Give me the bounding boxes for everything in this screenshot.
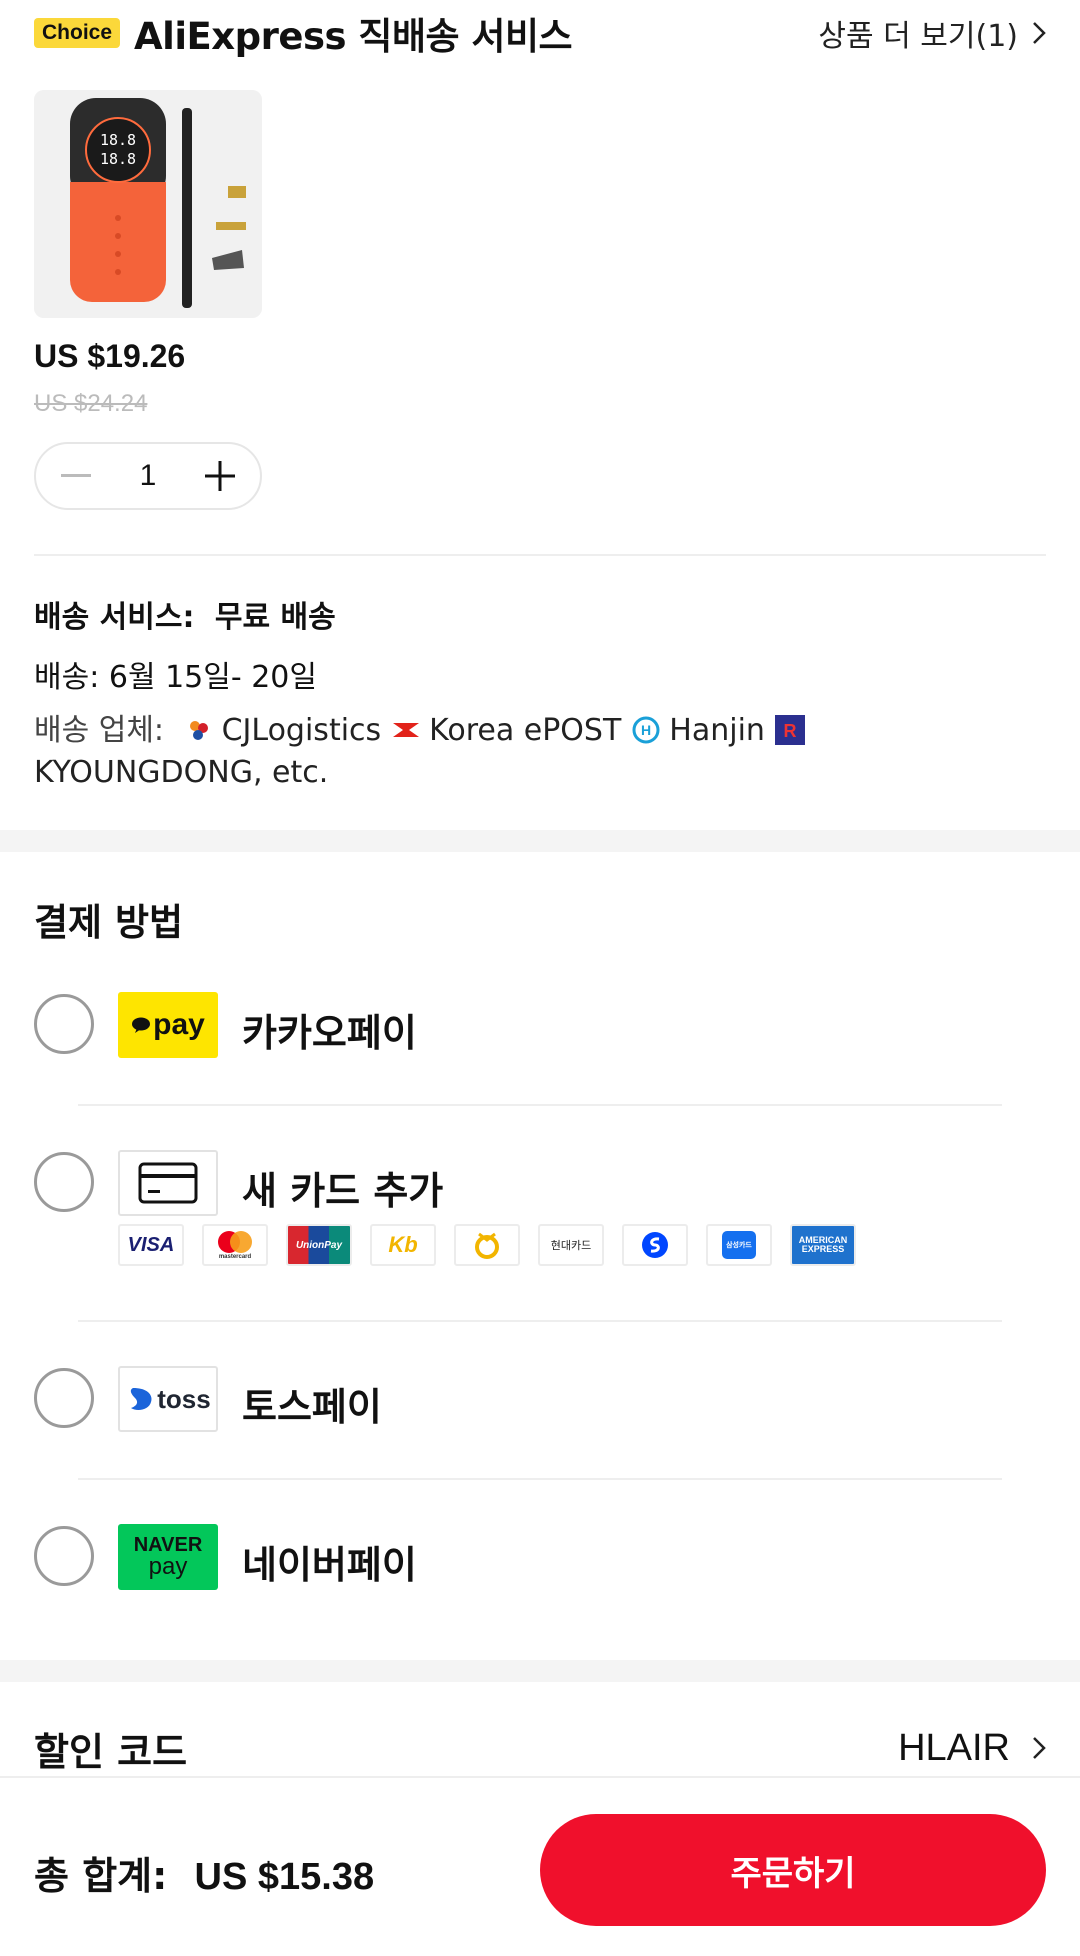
- discount-code-text: HLAIR: [898, 1726, 1010, 1769]
- order-total: 총 합계: US $15.38: [34, 1845, 374, 1900]
- toss-symbol-icon: [131, 1388, 152, 1410]
- samsung-card-icon: 삼성카드: [706, 1224, 772, 1266]
- carrier-kyoungdong: KYOUNGDONG, etc.: [34, 755, 329, 790]
- payment-name-tosspay: 토스페이: [242, 1385, 382, 1429]
- cj-logistics-icon: [183, 715, 214, 745]
- amex-label: AMERICAN EXPRESS: [798, 1235, 848, 1254]
- shipping-service-label: 배송 서비스:: [34, 600, 195, 635]
- carrier-hanjin: Hanjin: [669, 713, 765, 748]
- section-gap: [0, 830, 1080, 852]
- row-divider: [78, 1478, 1002, 1480]
- kb-card-icon: Kb: [370, 1224, 436, 1266]
- naverpay-logo-icon: NAVER pay: [118, 1524, 218, 1590]
- total-value: US $15.38: [194, 1856, 375, 1898]
- product-price: US $19.26: [34, 338, 186, 374]
- tire-inflator-image: 18.8 18.8: [34, 90, 262, 318]
- svg-text:18.8: 18.8: [100, 150, 136, 168]
- discount-code-label: 할인 코드: [34, 1729, 188, 1774]
- shinhan-card-icon: [622, 1224, 688, 1266]
- tosspay-logo-icon: toss: [118, 1366, 218, 1432]
- card-brand-list: VISA mastercard UnionPay Kb 현대카드 삼성카드 AM…: [118, 1224, 874, 1266]
- section-gap: [0, 1660, 1080, 1682]
- radio-kakaopay[interactable]: [34, 994, 94, 1054]
- radio-new-card[interactable]: [34, 1152, 94, 1212]
- mastercard-icon: mastercard: [202, 1224, 268, 1266]
- kakaopay-logo-text: pay: [153, 1008, 205, 1041]
- kb-label: Kb: [388, 1232, 418, 1257]
- payment-name-new-card: 새 카드 추가: [242, 1169, 444, 1213]
- delivery-date-value: 6월 15일- 20일: [108, 660, 317, 695]
- speech-bubble-icon: [132, 1017, 151, 1033]
- mastercard-label: mastercard: [218, 1254, 252, 1260]
- naverpay-logo-line1: NAVER: [133, 1534, 203, 1556]
- total-label: 총 합계:: [34, 1854, 168, 1898]
- shipping-service-value: 무료 배송: [214, 600, 336, 635]
- original-price: US $24.24: [34, 390, 148, 417]
- decrease-quantity-button[interactable]: [58, 458, 94, 494]
- payment-name-kakaopay: 카카오페이: [242, 1011, 417, 1055]
- payment-option-naverpay[interactable]: NAVER pay 네이버페이: [34, 1524, 1046, 1590]
- chevron-right-icon: [1033, 1737, 1046, 1759]
- nh-logo: [475, 1232, 499, 1259]
- hyundai-label: 현대카드: [550, 1239, 592, 1252]
- shipping-service: 배송 서비스: 무료 배송: [34, 592, 336, 636]
- shinhan-logo: [642, 1232, 668, 1258]
- radio-naverpay[interactable]: [34, 1526, 94, 1586]
- payment-option-kakaopay[interactable]: pay 카카오페이: [34, 992, 1046, 1058]
- unionpay-label: UnionPay: [295, 1239, 343, 1251]
- store-header: Choice AliExpress 직배송 서비스 상품 더 보기(1): [34, 0, 1046, 66]
- naverpay-logo-line2: pay: [148, 1553, 188, 1580]
- credit-card-icon: [118, 1150, 218, 1216]
- store-title: AliExpress 직배송 서비스: [134, 15, 573, 58]
- carriers-label: 배송 업체:: [34, 713, 165, 748]
- amex-card-icon: AMERICAN EXPRESS: [790, 1224, 856, 1266]
- korea-epost-icon: [391, 715, 422, 745]
- payment-option-tosspay[interactable]: toss 토스페이: [34, 1366, 1046, 1432]
- payment-option-new-card[interactable]: 새 카드 추가: [34, 1150, 1046, 1216]
- increase-quantity-button[interactable]: [202, 458, 238, 494]
- delivery-date-label: 배송:: [34, 660, 100, 695]
- visa-label: VISA: [127, 1233, 175, 1256]
- discount-code-row[interactable]: 할인 코드 HLAIR: [34, 1718, 1046, 1778]
- tosspay-logo-text: toss: [157, 1383, 211, 1414]
- carrier-cj: CJLogistics: [221, 713, 382, 748]
- payment-name-naverpay: 네이버페이: [242, 1543, 417, 1587]
- shipping-carriers: 배송 업체: CJLogistics Korea ePOST H Hanjin R KY…: [34, 710, 1054, 794]
- svg-text:H: H: [641, 722, 651, 738]
- carrier-epost: Korea ePOST: [429, 713, 622, 748]
- visa-card-icon: VISA: [118, 1224, 184, 1266]
- more-products-link[interactable]: 상품 더 보기(1): [818, 11, 1046, 55]
- section-divider: [34, 554, 1046, 556]
- plus-icon: [205, 461, 235, 491]
- hyundai-card-icon: 현대카드: [538, 1224, 604, 1266]
- nh-card-icon: [454, 1224, 520, 1266]
- samsung-label: 삼성카드: [726, 1241, 752, 1249]
- payment-title: 결제 방법: [34, 901, 184, 944]
- minus-icon: [61, 474, 91, 477]
- discount-code-value: HLAIR: [898, 1727, 1046, 1770]
- product-image[interactable]: 18.8 18.8: [34, 90, 262, 318]
- card-outline-icon: [138, 1162, 198, 1204]
- svg-text:R: R: [783, 721, 796, 741]
- footer-divider: [0, 1776, 1080, 1778]
- choice-badge: Choice: [34, 18, 121, 48]
- place-order-button[interactable]: 주문하기: [540, 1814, 1046, 1926]
- row-divider: [78, 1104, 1002, 1106]
- delivery-date: 배송: 6월 15일- 20일: [34, 652, 317, 696]
- row-divider: [78, 1320, 1002, 1322]
- chevron-right-icon: [1033, 22, 1046, 44]
- quantity-value: 1: [139, 459, 157, 492]
- more-products-label: 상품 더 보기(1): [818, 19, 1018, 54]
- hanjin-icon: H: [632, 716, 660, 744]
- quantity-stepper: 1: [34, 442, 262, 510]
- unionpay-card-icon: UnionPay: [286, 1224, 352, 1266]
- kyoungdong-icon: R: [774, 715, 805, 745]
- mastercard-circles: [218, 1231, 252, 1253]
- kakaopay-logo-icon: pay: [118, 992, 218, 1058]
- svg-text:18.8: 18.8: [100, 131, 136, 149]
- radio-tosspay[interactable]: [34, 1368, 94, 1428]
